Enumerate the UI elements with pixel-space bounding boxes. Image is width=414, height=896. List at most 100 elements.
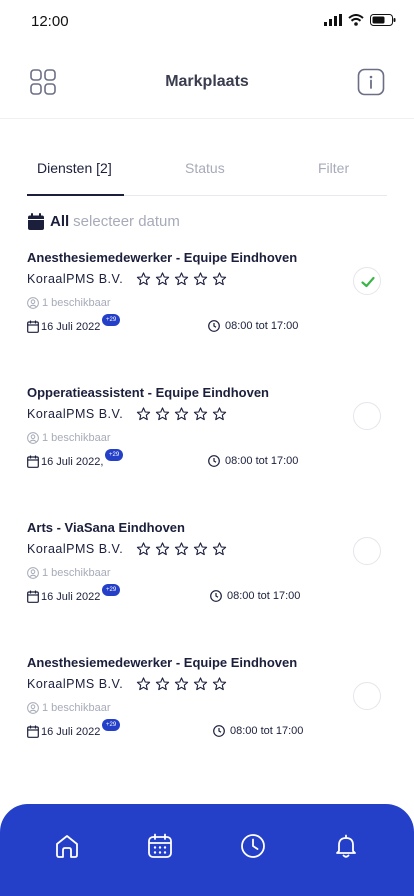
status-bar: 12:00 [0,0,414,46]
shift-date: 16 Juli 2022, [27,455,103,468]
rating-stars [136,677,227,691]
star-icon [136,542,151,556]
shift-card[interactable]: Arts - ViaSana Eindhoven KoraalPMS B.V. … [27,520,387,630]
bell-icon[interactable] [332,832,360,860]
user-icon [27,702,39,714]
wifi-icon [348,14,364,26]
status-time: 12:00 [31,13,69,30]
shift-time-text: 08:00 tot 17:00 [227,590,301,602]
shift-title: Anesthesiemedewerker - Equipe Eindhoven [27,655,298,670]
date-filter[interactable]: All selecteer datum [28,213,180,230]
star-icon [174,677,189,691]
shift-company: KoraalPMS B.V. [27,542,124,556]
extra-dates-badge[interactable]: +29 [102,314,121,326]
star-icon [174,407,189,421]
shift-card[interactable]: Anesthesiemedewerker - Equipe Eindhoven … [27,250,387,360]
tab-indicator [27,194,124,196]
shift-date-text: 16 Juli 2022 [41,590,101,603]
shift-time: 08:00 tot 17:00 [213,725,303,737]
calendar-icon [27,455,39,468]
star-icon [193,677,208,691]
tab-diensten[interactable]: Diensten [2] [37,160,112,176]
shift-card[interactable]: Opperatieassistent - Equipe Eindhoven Ko… [27,385,387,495]
clock-icon [208,455,220,467]
bottom-nav [0,804,414,896]
rating-stars [136,407,227,421]
clock-icon[interactable] [239,832,267,860]
calendar-icon [27,320,39,333]
shift-date-text: 16 Juli 2022 [41,320,101,333]
star-icon [193,407,208,421]
clock-icon [208,320,220,332]
check-icon [361,276,375,288]
shift-date-text: 16 Juli 2022 [41,725,101,738]
availability-text: 1 beschikbaar [42,297,111,309]
calendar-icon [27,725,39,738]
star-icon [136,677,151,691]
user-icon [27,297,39,309]
star-icon [174,542,189,556]
tab-bar: Diensten [2] Status Filter [27,150,387,196]
shift-date: 16 Juli 2022 [27,320,100,333]
shift-company: KoraalPMS B.V. [27,272,124,286]
select-shift-checkbox[interactable] [353,537,381,565]
shift-date: 16 Juli 2022 [27,725,100,738]
battery-icon [370,14,396,26]
shift-company: KoraalPMS B.V. [27,677,124,691]
star-icon [193,542,208,556]
star-icon [193,272,208,286]
star-icon [212,542,227,556]
extra-dates-badge[interactable]: +29 [102,584,121,596]
star-icon [212,272,227,286]
shift-time: 08:00 tot 17:00 [208,320,298,332]
status-icons [324,14,396,26]
star-icon [136,407,151,421]
availability-text: 1 beschikbaar [42,702,111,714]
home-icon[interactable] [53,832,81,860]
availability: 1 beschikbaar [27,702,111,714]
availability: 1 beschikbaar [27,567,111,579]
star-icon [212,407,227,421]
shift-date: 16 Juli 2022 [27,590,100,603]
shift-title: Opperatieassistent - Equipe Eindhoven [27,385,269,400]
availability: 1 beschikbaar [27,432,111,444]
user-icon [27,432,39,444]
star-icon [136,272,151,286]
calendar-icon [27,590,39,603]
user-icon [27,567,39,579]
extra-dates-badge[interactable]: +29 [105,449,124,461]
select-shift-checkbox[interactable] [353,267,381,295]
select-shift-checkbox[interactable] [353,682,381,710]
tab-status[interactable]: Status [185,160,225,176]
shift-time: 08:00 tot 17:00 [208,455,298,467]
star-icon [155,677,170,691]
shift-time-text: 08:00 tot 17:00 [230,725,304,737]
availability-text: 1 beschikbaar [42,567,111,579]
select-shift-checkbox[interactable] [353,402,381,430]
app-header: Markplaats [0,46,414,119]
star-icon [212,677,227,691]
tab-filter[interactable]: Filter [318,160,349,176]
calendar-filled-icon [28,213,44,230]
shift-time-text: 08:00 tot 17:00 [225,455,299,467]
rating-stars [136,272,227,286]
select-date-label[interactable]: selecteer datum [73,213,180,230]
shift-time-text: 08:00 tot 17:00 [225,320,299,332]
extra-dates-badge[interactable]: +29 [102,719,121,731]
star-icon [155,407,170,421]
signal-icon [324,14,342,26]
shift-time: 08:00 tot 17:00 [210,590,300,602]
shift-company: KoraalPMS B.V. [27,407,124,421]
shift-title: Anesthesiemedewerker - Equipe Eindhoven [27,250,298,265]
calendar-icon[interactable] [146,832,174,860]
availability: 1 beschikbaar [27,297,111,309]
star-icon [174,272,189,286]
shift-date-text: 16 Juli 2022, [41,455,104,468]
rating-stars [136,542,227,556]
filter-all-label[interactable]: All [50,213,69,230]
info-icon[interactable] [357,68,385,96]
clock-icon [210,590,222,602]
page-title: Markplaats [165,73,249,90]
clock-icon [213,725,225,737]
shift-card[interactable]: Anesthesiemedewerker - Equipe Eindhoven … [27,655,387,765]
